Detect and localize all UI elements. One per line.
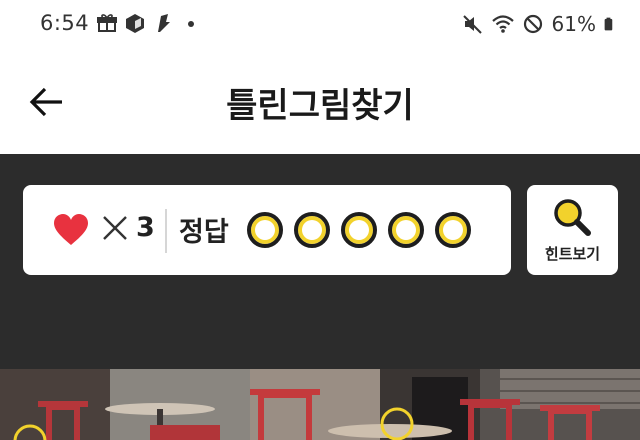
answer-slot: [247, 212, 283, 248]
answer-slot: [294, 212, 330, 248]
answer-label: 정답: [179, 217, 229, 248]
answer-slots: [247, 212, 471, 248]
answer-slot: [435, 212, 471, 248]
battery-icon: [604, 17, 613, 31]
puzzle-photo[interactable]: [0, 369, 640, 440]
gift-icon: [97, 14, 117, 32]
page-title: 틀린그림찾기: [226, 86, 414, 126]
status-icons-right: 61%: [462, 12, 618, 36]
status-card: 3 정답: [23, 185, 511, 275]
multiply-icon: [103, 216, 127, 240]
battery-percent: 61%: [551, 12, 596, 36]
app-header: 틀린그림찾기: [0, 48, 640, 154]
no-disturb-icon: [523, 14, 542, 34]
dot-icon: [188, 21, 194, 27]
wifi-icon: [491, 15, 514, 33]
status-icons-left: [96, 12, 202, 34]
mute-icon: [462, 15, 482, 34]
divider: [165, 209, 167, 253]
game-area: 3 정답 힌트보기: [0, 154, 640, 440]
answer-slot: [388, 212, 424, 248]
lives-count: 3: [136, 212, 155, 243]
app-icon: [158, 14, 170, 32]
magnifier-icon: [554, 199, 591, 236]
status-time: 6:54: [40, 11, 90, 35]
heart-icon: [54, 214, 88, 245]
hint-button[interactable]: 힌트보기: [527, 185, 618, 275]
status-bar: 6:54 61%: [0, 0, 640, 48]
package-icon: [126, 14, 144, 33]
hint-label: 힌트보기: [544, 245, 601, 263]
answer-slot: [341, 212, 377, 248]
